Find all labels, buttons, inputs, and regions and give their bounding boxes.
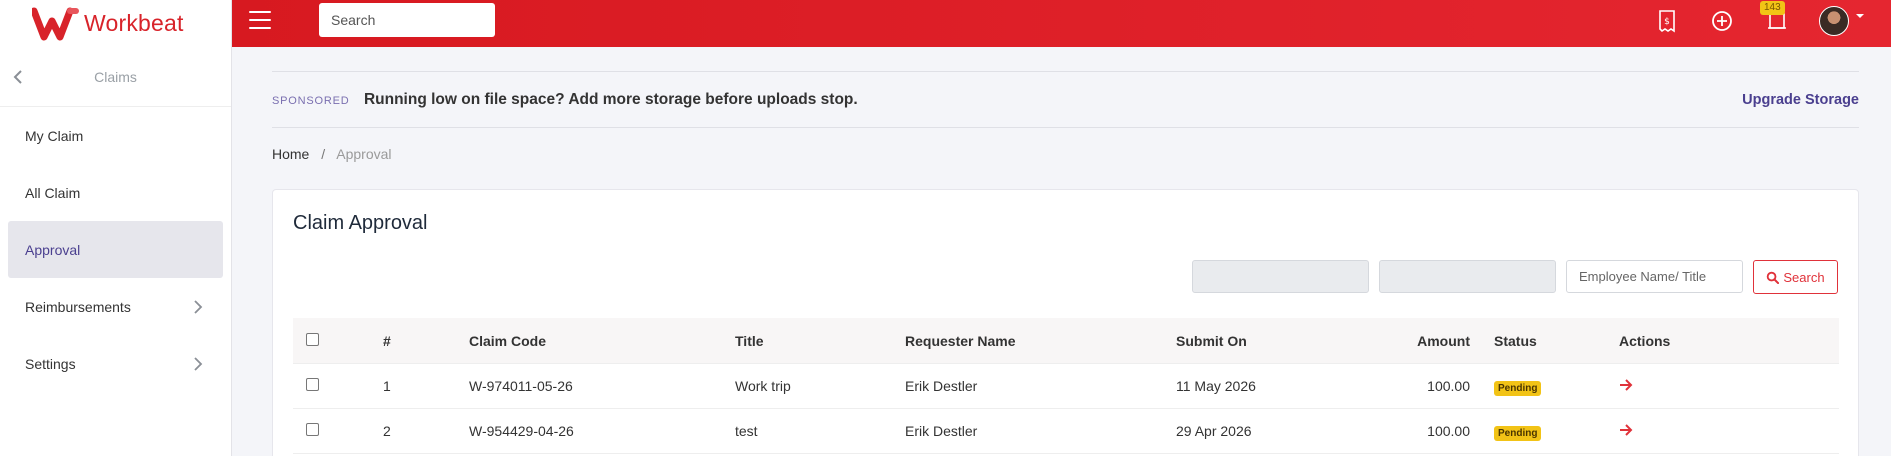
col-header-claim-code: Claim Code [469, 332, 547, 349]
arrow-right-icon[interactable] [1619, 378, 1633, 392]
sidebar-item-label: Reimbursements [25, 298, 131, 315]
col-header-requester: Requester Name [905, 332, 1016, 349]
sidebar-item-approval[interactable]: Approval [8, 221, 223, 278]
row-checkbox[interactable] [306, 378, 319, 391]
menu-icon[interactable] [249, 11, 271, 31]
sidebar-title: Claims [94, 68, 137, 85]
col-header-status: Status [1494, 332, 1537, 349]
search-input[interactable] [319, 3, 495, 37]
notification-count-badge: 143 [1760, 1, 1785, 15]
row-requester: Erik Destler [905, 423, 978, 439]
breadcrumb-home[interactable]: Home [272, 146, 309, 162]
sidebar-item-label: Approval [25, 241, 81, 258]
arrow-right-icon[interactable] [1619, 423, 1633, 437]
sidebar-item-settings[interactable]: Settings [8, 335, 223, 392]
brand-name: Workbeat [84, 10, 184, 36]
row-title: Work trip [735, 378, 791, 394]
search-icon [1767, 271, 1780, 284]
status-badge: Pending [1494, 426, 1542, 441]
sidebar-item-label: All Claim [25, 184, 81, 201]
employee-name-input[interactable] [1566, 260, 1743, 293]
search-button-label: Search [1783, 269, 1825, 285]
sidebar-item-label: My Claim [25, 127, 84, 144]
row-claim-code: W-974011-05-26 [469, 378, 573, 394]
top-bar: $ 143 [232, 0, 1891, 47]
sidebar-item-label: Settings [25, 355, 76, 372]
col-header-title: Title [735, 332, 764, 349]
breadcrumb: Home / Approval [272, 146, 392, 162]
w-logo-icon [32, 7, 79, 40]
sidebar-item-all-claim[interactable]: All Claim [8, 164, 223, 221]
row-amount: 100.00 [1427, 423, 1470, 439]
sponsored-banner: SPONSORED Running low on file space? Add… [272, 71, 1859, 128]
receipt-icon[interactable]: $ [1654, 8, 1680, 34]
chevron-left-icon[interactable] [10, 67, 26, 87]
table-header: # Claim Code Title Requester Name Submit… [293, 318, 1839, 364]
sidebar: Workbeat Claims My Claim All Claim Appro… [0, 0, 232, 456]
sponsored-tag: SPONSORED [272, 94, 350, 107]
col-header-number: # [383, 332, 391, 349]
row-checkbox[interactable] [306, 423, 319, 436]
sidebar-header: Claims [0, 47, 231, 107]
brand-logo[interactable]: Workbeat [0, 0, 231, 47]
plus-circle-icon[interactable] [1709, 8, 1735, 34]
page-title: Claim Approval [293, 212, 428, 234]
claims-table: # Claim Code Title Requester Name Submit… [293, 318, 1839, 454]
row-number: 2 [383, 423, 391, 439]
claim-approval-card: Claim Approval Search # Claim Code Title… [272, 189, 1859, 456]
row-submit-date: 11 May 2026 [1176, 378, 1256, 394]
row-requester: Erik Destler [905, 378, 978, 394]
caret-down-icon[interactable] [1856, 14, 1864, 18]
chevron-right-icon [194, 356, 203, 371]
table-row: 1 W-974011-05-26 Work trip Erik Destler … [293, 364, 1839, 409]
date-from-filter[interactable] [1192, 260, 1369, 293]
row-submit-date: 29 Apr 2026 [1176, 423, 1252, 439]
row-number: 1 [383, 378, 391, 394]
row-amount: 100.00 [1427, 378, 1470, 394]
table-row: 2 W-954429-04-26 test Erik Destler 29 Ap… [293, 409, 1839, 454]
col-header-amount: Amount [1417, 332, 1470, 349]
avatar[interactable] [1819, 6, 1849, 36]
col-header-submit-on: Submit On [1176, 332, 1247, 349]
search-button[interactable]: Search [1753, 260, 1838, 294]
breadcrumb-separator: / [321, 146, 326, 162]
upgrade-storage-link[interactable]: Upgrade Storage [1742, 92, 1859, 108]
row-title: test [735, 423, 758, 439]
date-to-filter[interactable] [1379, 260, 1556, 293]
breadcrumb-current: Approval [336, 146, 392, 162]
select-all-checkbox[interactable] [306, 332, 319, 346]
chevron-right-icon [194, 299, 203, 314]
svg-text:$: $ [1664, 17, 1670, 27]
sidebar-item-reimbursements[interactable]: Reimbursements [8, 278, 223, 335]
status-badge: Pending [1494, 381, 1542, 396]
sponsored-message: Running low on file space? Add more stor… [363, 90, 858, 108]
row-claim-code: W-954429-04-26 [469, 423, 574, 439]
sidebar-item-my-claim[interactable]: My Claim [8, 107, 223, 164]
col-header-actions: Actions [1619, 332, 1671, 349]
